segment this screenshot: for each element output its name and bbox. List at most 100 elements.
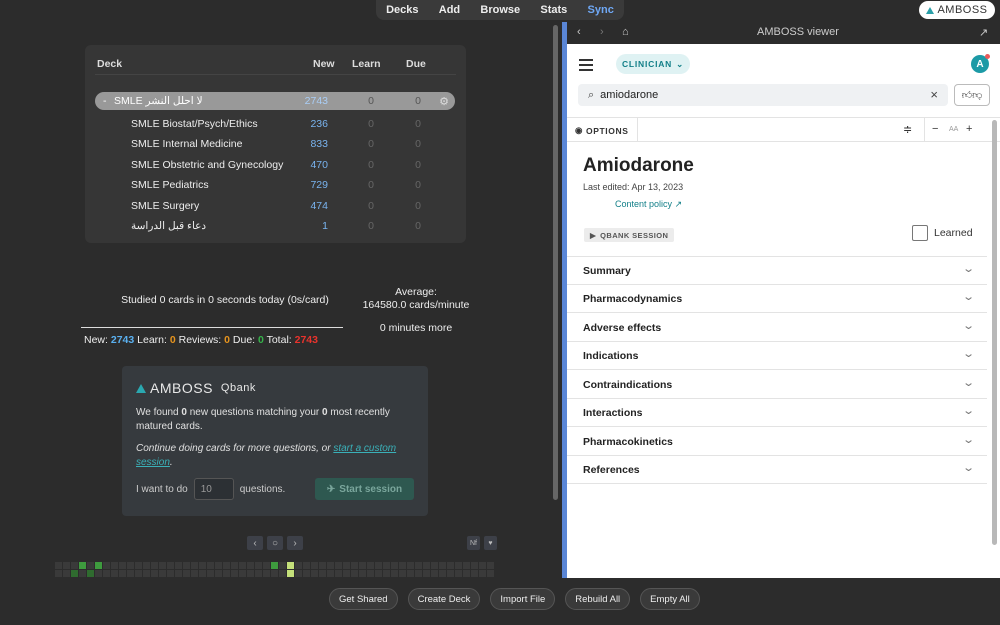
deck-name[interactable]: SMLE Biostat/Psych/Ethics (131, 118, 258, 130)
heatmap-cell[interactable] (79, 562, 86, 569)
heatmap-cell[interactable] (143, 562, 150, 569)
heatmap-cell[interactable] (447, 562, 454, 569)
heatmap-cell[interactable] (431, 570, 438, 577)
heatmap-cell[interactable] (175, 562, 182, 569)
heatmap-cell[interactable] (447, 570, 454, 577)
heart-icon[interactable]: ♥ (484, 536, 497, 550)
deck-name[interactable]: SMLE Obstetric and Gynecology (131, 159, 283, 171)
heatmap-cell[interactable] (479, 562, 486, 569)
nav-browse[interactable]: Browse (480, 4, 520, 16)
heatmap-cell[interactable] (439, 562, 446, 569)
heatmap-cell[interactable] (423, 570, 430, 577)
question-count-input[interactable] (193, 478, 234, 500)
heatmap-cell[interactable] (359, 570, 366, 577)
heatmap-cell[interactable] (311, 562, 318, 569)
heatmap-cell[interactable] (399, 570, 406, 577)
heatmap-cell[interactable] (279, 570, 286, 577)
heatmap-cell[interactable] (303, 562, 310, 569)
heatmap-cell[interactable] (287, 562, 294, 569)
section-pharmacokinetics[interactable]: Pharmacokinetics ⌄ (567, 428, 987, 456)
heatmap-cell[interactable] (351, 562, 358, 569)
external-link-icon[interactable]: ↗ (979, 26, 988, 39)
heatmap-cell[interactable] (159, 562, 166, 569)
nf-button[interactable]: Nf (467, 536, 480, 550)
heatmap-cell[interactable] (391, 562, 398, 569)
heatmap-cell[interactable] (247, 570, 254, 577)
collapse-all-icon[interactable]: ≑ (903, 123, 912, 136)
forward-icon[interactable]: › (600, 26, 604, 38)
heatmap-cell[interactable] (71, 562, 78, 569)
section-summary[interactable]: Summary ⌄ (567, 257, 987, 285)
increase-text-icon[interactable]: + (966, 123, 972, 135)
heatmap-cell[interactable] (215, 570, 222, 577)
heatmap-cell[interactable] (119, 570, 126, 577)
heatmap-cell[interactable] (207, 562, 214, 569)
section-indications[interactable]: Indications ⌄ (567, 342, 987, 370)
heatmap-cell[interactable] (439, 570, 446, 577)
prev-button[interactable]: ‹ (247, 536, 263, 550)
menu-icon[interactable] (579, 59, 593, 74)
heatmap-cell[interactable] (87, 570, 94, 577)
heatmap-cell[interactable] (335, 570, 342, 577)
back-icon[interactable]: ‹ (577, 26, 581, 38)
heatmap-cell[interactable] (359, 562, 366, 569)
deck-row[interactable]: SMLE Surgery 474 0 0 (85, 197, 466, 215)
heatmap-cell[interactable] (471, 570, 478, 577)
get-shared-button[interactable]: Get Shared (329, 588, 398, 610)
heatmap-cell[interactable] (199, 562, 206, 569)
heatmap-cell[interactable] (271, 570, 278, 577)
heatmap-cell[interactable] (143, 570, 150, 577)
heatmap-cell[interactable] (151, 562, 158, 569)
heatmap-cell[interactable] (95, 562, 102, 569)
section-contraindications[interactable]: Contraindications ⌄ (567, 371, 987, 399)
content-policy-link[interactable]: Content policy ↗ (615, 199, 682, 210)
nav-sync[interactable]: Sync (588, 4, 614, 16)
heatmap-cell[interactable] (223, 570, 230, 577)
clear-icon[interactable]: × (930, 87, 938, 102)
empty-all-button[interactable]: Empty All (640, 588, 700, 610)
heatmap-cell[interactable] (183, 562, 190, 569)
heatmap-cell[interactable] (191, 562, 198, 569)
heatmap-cell[interactable] (263, 562, 270, 569)
heatmap-cell[interactable] (135, 562, 142, 569)
viewer-scrollbar[interactable] (992, 120, 997, 545)
heatmap-cell[interactable] (351, 570, 358, 577)
heatmap-cell[interactable] (63, 562, 70, 569)
heatmap-cell[interactable] (55, 570, 62, 577)
heatmap-cell[interactable] (391, 570, 398, 577)
start-session-button[interactable]: ✈ Start session (315, 478, 414, 500)
heatmap-cell[interactable] (199, 570, 206, 577)
heatmap-cell[interactable] (327, 562, 334, 569)
nav-stats[interactable]: Stats (540, 4, 567, 16)
main-scrollbar[interactable] (553, 25, 558, 500)
heatmap-cell[interactable] (119, 562, 126, 569)
heatmap-cell[interactable] (111, 570, 118, 577)
heatmap-cell[interactable] (263, 570, 270, 577)
heatmap-cell[interactable] (239, 562, 246, 569)
heatmap-cell[interactable] (423, 562, 430, 569)
heatmap-cell[interactable] (431, 562, 438, 569)
heatmap-cell[interactable] (103, 570, 110, 577)
import-file-button[interactable]: Import File (490, 588, 556, 610)
heatmap-cell[interactable] (191, 570, 198, 577)
heatmap-cell[interactable] (375, 570, 382, 577)
heatmap-cell[interactable] (399, 562, 406, 569)
heatmap-cell[interactable] (311, 570, 318, 577)
heatmap-cell[interactable] (287, 570, 294, 577)
heatmap-cell[interactable] (407, 562, 414, 569)
heatmap-cell[interactable] (407, 570, 414, 577)
checkbox[interactable] (912, 225, 928, 241)
heatmap-cell[interactable] (487, 570, 494, 577)
home-icon[interactable]: ⌂ (622, 26, 629, 38)
heatmap-cell[interactable] (215, 562, 222, 569)
heatmap-cell[interactable] (95, 570, 102, 577)
create-deck-button[interactable]: Create Deck (407, 588, 481, 610)
learned-checkbox[interactable]: Learned (912, 225, 973, 241)
heatmap-cell[interactable] (303, 570, 310, 577)
heatmap-cell[interactable] (367, 562, 374, 569)
deck-row[interactable]: SMLE Obstetric and Gynecology 470 0 0 (85, 156, 466, 174)
heatmap-cell[interactable] (55, 562, 62, 569)
today-button[interactable]: ○ (267, 536, 283, 550)
heatmap-cell[interactable] (319, 562, 326, 569)
heatmap-cell[interactable] (151, 570, 158, 577)
